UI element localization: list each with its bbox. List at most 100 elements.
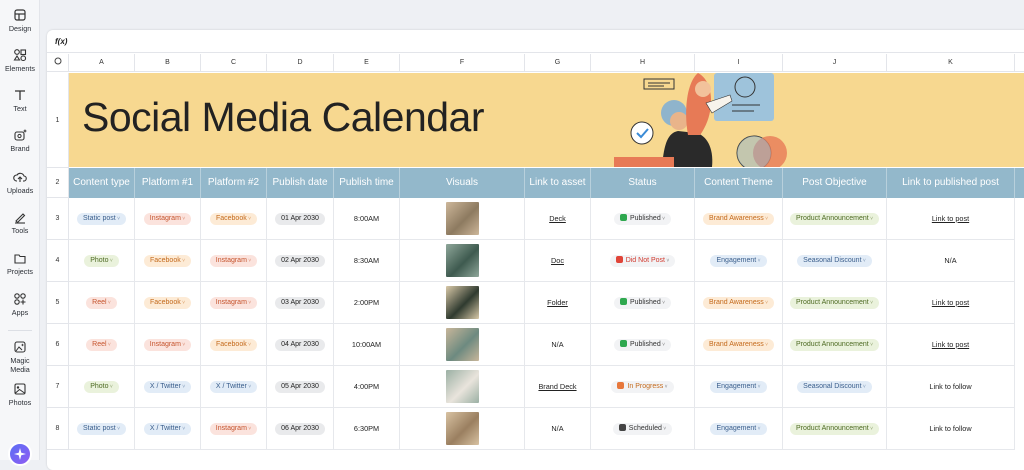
table-cell[interactable]: N/A [525,324,591,366]
table-cell[interactable]: Instagram [135,324,201,366]
table-cell[interactable]: N/A [525,408,591,450]
column-header-f[interactable]: F [400,54,525,72]
sidebar-item-projects[interactable]: Projects [0,251,40,276]
platform-2-dropdown[interactable]: Facebook [209,338,258,351]
content-theme-dropdown[interactable]: Engagement [710,380,767,393]
publish-date-chip[interactable]: 04 Apr 2030 [275,338,325,351]
asset-link[interactable]: Deck [549,214,566,223]
table-cell[interactable]: Instagram [201,240,267,282]
column-header-g[interactable]: G [525,54,591,72]
table-cell[interactable]: Link to post [887,198,1015,240]
publish-date-chip[interactable]: 03 Apr 2030 [275,296,325,309]
table-cell[interactable]: Folder [525,282,591,324]
table-cell[interactable]: Reel [69,282,135,324]
platform-2-dropdown[interactable]: Instagram [209,422,258,435]
post-objective-dropdown[interactable]: Product Announcement [789,338,880,351]
table-cell[interactable]: Engagement [695,408,783,450]
content-theme-dropdown[interactable]: Brand Awareness [702,338,775,351]
row-header-8[interactable]: 8 [47,408,69,450]
table-cell[interactable]: Photo [69,366,135,408]
sidebar-item-brand[interactable]: Brand [0,128,40,153]
table-cell[interactable]: Published [591,198,695,240]
row-header-1[interactable]: 1 [47,73,69,168]
visual-thumbnail[interactable] [445,328,479,361]
visual-thumbnail[interactable] [445,244,479,277]
column-header-e[interactable]: E [334,54,400,72]
table-cell[interactable]: Product Announcement [783,282,887,324]
column-header-h[interactable]: H [591,54,695,72]
table-cell[interactable]: Published [591,324,695,366]
table-cell[interactable]: Doc [525,240,591,282]
sidebar-item-design[interactable]: Design [0,8,40,33]
table-cell[interactable]: Product Announcement [783,324,887,366]
table-cell[interactable] [400,408,525,450]
content-type-dropdown[interactable]: Photo [84,380,119,393]
column-header-a[interactable]: A [69,54,135,72]
table-cell[interactable]: Instagram [201,282,267,324]
published-post-link[interactable]: Link to post [932,340,969,349]
publish-date-chip[interactable]: 01 Apr 2030 [275,212,325,225]
post-objective-dropdown[interactable]: Product Announcement [789,296,880,309]
sidebar-item-elements[interactable]: Elements [0,48,40,73]
post-objective-dropdown[interactable]: Product Announcement [789,422,880,435]
table-cell[interactable]: Static post [69,198,135,240]
table-cell[interactable]: 03 Apr 2030 [267,282,334,324]
row-header-5[interactable]: 5 [47,282,69,324]
row-header-7[interactable]: 7 [47,366,69,408]
platform-1-dropdown[interactable]: X / Twitter [143,380,192,393]
table-cell[interactable]: Link to post [887,282,1015,324]
status-dropdown[interactable]: Scheduled [612,422,673,435]
platform-1-dropdown[interactable]: X / Twitter [143,422,192,435]
table-cell[interactable]: Facebook [135,240,201,282]
visual-thumbnail[interactable] [445,202,479,235]
table-cell[interactable]: Seasonal Discount [783,240,887,282]
content-type-dropdown[interactable]: Photo [84,254,119,267]
column-header-b[interactable]: B [135,54,201,72]
table-cell[interactable]: 01 Apr 2030 [267,198,334,240]
table-cell[interactable] [400,366,525,408]
status-dropdown[interactable]: Published [613,212,672,225]
sidebar-item-tools[interactable]: Tools [0,210,40,235]
table-cell[interactable]: 6:30PM [334,408,400,450]
sidebar-item-apps[interactable]: Apps [0,292,40,317]
table-cell[interactable]: 2:00PM [334,282,400,324]
asset-link[interactable]: Doc [551,256,564,265]
content-type-dropdown[interactable]: Reel [86,296,117,309]
table-cell[interactable] [400,198,525,240]
table-cell[interactable]: 4:00PM [334,366,400,408]
table-cell[interactable]: 8:30AM [334,240,400,282]
sidebar-item-uploads[interactable]: Uploads [0,170,40,195]
table-cell[interactable] [400,324,525,366]
table-cell[interactable]: Brand Awareness [695,198,783,240]
content-theme-dropdown[interactable]: Brand Awareness [702,212,775,225]
table-cell[interactable]: Did Not Post [591,240,695,282]
table-cell[interactable]: Link to post [887,324,1015,366]
table-cell[interactable]: Facebook [201,198,267,240]
platform-2-dropdown[interactable]: Facebook [209,212,258,225]
table-cell[interactable]: Brand Awareness [695,282,783,324]
magic-assistant-button[interactable] [8,442,32,466]
table-cell[interactable]: Link to follow [887,408,1015,450]
table-cell[interactable]: Scheduled [591,408,695,450]
table-cell[interactable]: Facebook [135,282,201,324]
table-cell[interactable]: Static post [69,408,135,450]
table-cell[interactable]: Seasonal Discount [783,366,887,408]
table-cell[interactable]: 04 Apr 2030 [267,324,334,366]
content-theme-dropdown[interactable]: Engagement [710,254,767,267]
row-header-2[interactable]: 2 [47,168,69,198]
asset-link[interactable]: Brand Deck [538,382,576,391]
table-cell[interactable]: 10:00AM [334,324,400,366]
table-cell[interactable]: X / Twitter [135,366,201,408]
table-cell[interactable]: Brand Awareness [695,324,783,366]
status-dropdown[interactable]: Did Not Post [609,254,676,267]
column-header-d[interactable]: D [267,54,334,72]
status-dropdown[interactable]: Published [613,338,672,351]
table-cell[interactable]: In Progress [591,366,695,408]
table-cell[interactable]: Engagement [695,366,783,408]
table-cell[interactable]: Product Announcement [783,408,887,450]
visual-thumbnail[interactable] [445,286,479,319]
column-header-c[interactable]: C [201,54,267,72]
table-cell[interactable] [400,240,525,282]
row-header-6[interactable]: 6 [47,324,69,366]
table-cell[interactable]: 8:00AM [334,198,400,240]
